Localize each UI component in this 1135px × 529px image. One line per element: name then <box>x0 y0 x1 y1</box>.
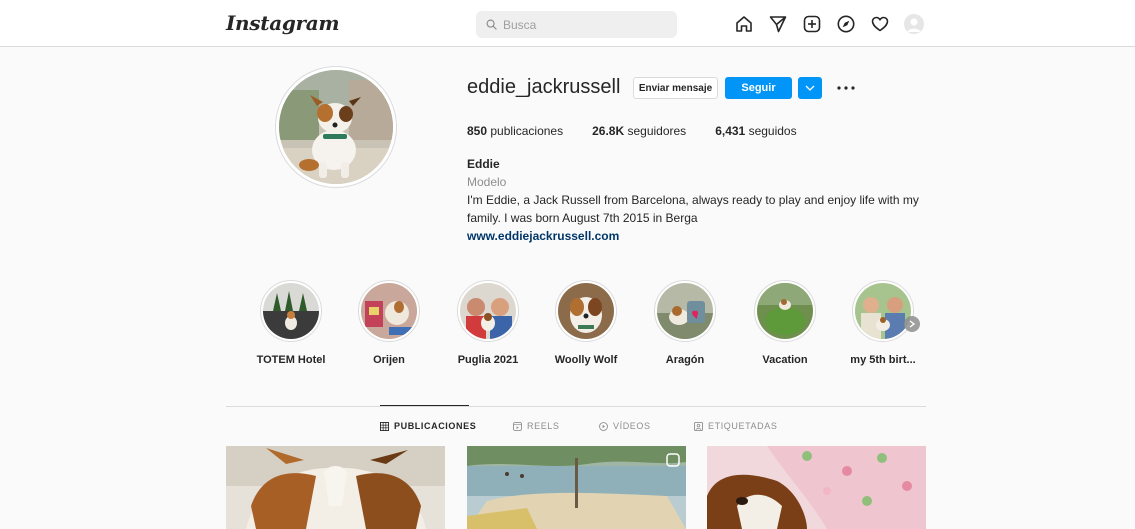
tagged-icon <box>694 421 703 431</box>
tab-label: ETIQUETADAS <box>708 421 778 431</box>
more-options-button[interactable] <box>834 78 858 98</box>
send-message-button[interactable]: Enviar mensaje <box>633 77 718 99</box>
highlight-label: Woolly Wolf <box>554 354 618 366</box>
followers-count-stat[interactable]: 26.8K seguidores <box>592 124 686 138</box>
profile-username: eddie_jackrussell <box>467 76 621 98</box>
highlight-cover <box>361 283 417 339</box>
highlight-label: Puglia 2021 <box>457 354 519 366</box>
reels-icon <box>513 421 522 431</box>
profile-category: Modelo <box>467 175 507 189</box>
profile-bio: I'm Eddie, a Jack Russell from Barcelona… <box>467 193 919 225</box>
highlight-cover <box>657 283 713 339</box>
story-highlights: TOTEM Hotel Orijen Puglia 2021 Woolly Wo… <box>0 280 1135 370</box>
active-tab-indicator <box>380 405 469 406</box>
tab-publicaciones[interactable]: PUBLICACIONES <box>380 421 476 431</box>
highlight-cover <box>263 283 319 339</box>
profile-full-name: Eddie <box>467 157 500 171</box>
highlight-label: Aragón <box>665 354 705 366</box>
explore-compass-icon[interactable] <box>835 13 857 35</box>
highlight-label: TOTEM Hotel <box>256 354 326 366</box>
highlight-cover <box>460 283 516 339</box>
tab-label: PUBLICACIONES <box>394 421 477 431</box>
nav-icons <box>733 13 925 35</box>
profile-stats: 850 publicaciones 26.8K seguidores 6,431… <box>467 124 826 138</box>
grid-icon <box>380 421 389 431</box>
more-dots-icon <box>837 86 855 90</box>
highlight-item[interactable]: Orijen <box>344 280 434 366</box>
post-thumbnail[interactable] <box>467 446 686 529</box>
post-thumbnail[interactable] <box>226 446 445 529</box>
profile-picture-ring[interactable] <box>275 66 397 188</box>
home-icon[interactable] <box>733 13 755 35</box>
highlight-label: my 5th birt... <box>850 354 916 366</box>
highlight-cover <box>855 283 911 339</box>
highlight-cover <box>757 283 813 339</box>
tab-label: REELS <box>527 421 560 431</box>
tab-videos[interactable]: VÍDEOS <box>599 421 651 431</box>
profile-picture <box>279 70 393 184</box>
search-box[interactable] <box>476 11 677 38</box>
tab-etiquetadas[interactable]: ETIQUETADAS <box>694 421 777 431</box>
post-thumbnail[interactable] <box>707 446 926 529</box>
direct-messages-icon[interactable] <box>767 13 789 35</box>
following-count-stat[interactable]: 6,431 seguidos <box>715 124 796 138</box>
highlight-item[interactable]: Woolly Wolf <box>541 280 631 366</box>
chevron-right-icon <box>909 320 915 328</box>
activity-heart-icon[interactable] <box>869 13 891 35</box>
chevron-down-icon <box>805 85 815 91</box>
tab-reels[interactable]: REELS <box>513 421 560 431</box>
video-icon <box>599 421 608 431</box>
highlight-label: Vacation <box>762 354 808 366</box>
search-icon <box>486 19 497 30</box>
new-post-icon[interactable] <box>801 13 823 35</box>
highlight-item[interactable]: Aragón <box>640 280 730 366</box>
tab-label: VÍDEOS <box>613 421 651 431</box>
suggested-accounts-dropdown-button[interactable] <box>798 77 822 99</box>
highlight-item[interactable]: Puglia 2021 <box>443 280 533 366</box>
follow-button[interactable]: Seguir <box>725 77 792 99</box>
profile-website-link[interactable]: www.eddiejackrussell.com <box>467 229 619 243</box>
instagram-logo[interactable]: Instagram <box>226 11 340 35</box>
highlights-next-arrow[interactable] <box>904 316 920 332</box>
highlight-item[interactable]: TOTEM Hotel <box>246 280 336 366</box>
top-navigation-bar: Instagram <box>0 0 1135 47</box>
tabs-divider <box>226 406 926 407</box>
highlight-label: Orijen <box>373 354 405 366</box>
posts-count-stat: 850 publicaciones <box>467 124 564 138</box>
highlight-item[interactable]: Vacation <box>740 280 830 366</box>
highlight-cover <box>558 283 614 339</box>
profile-avatar-icon[interactable] <box>903 13 925 35</box>
search-input[interactable] <box>503 17 653 32</box>
